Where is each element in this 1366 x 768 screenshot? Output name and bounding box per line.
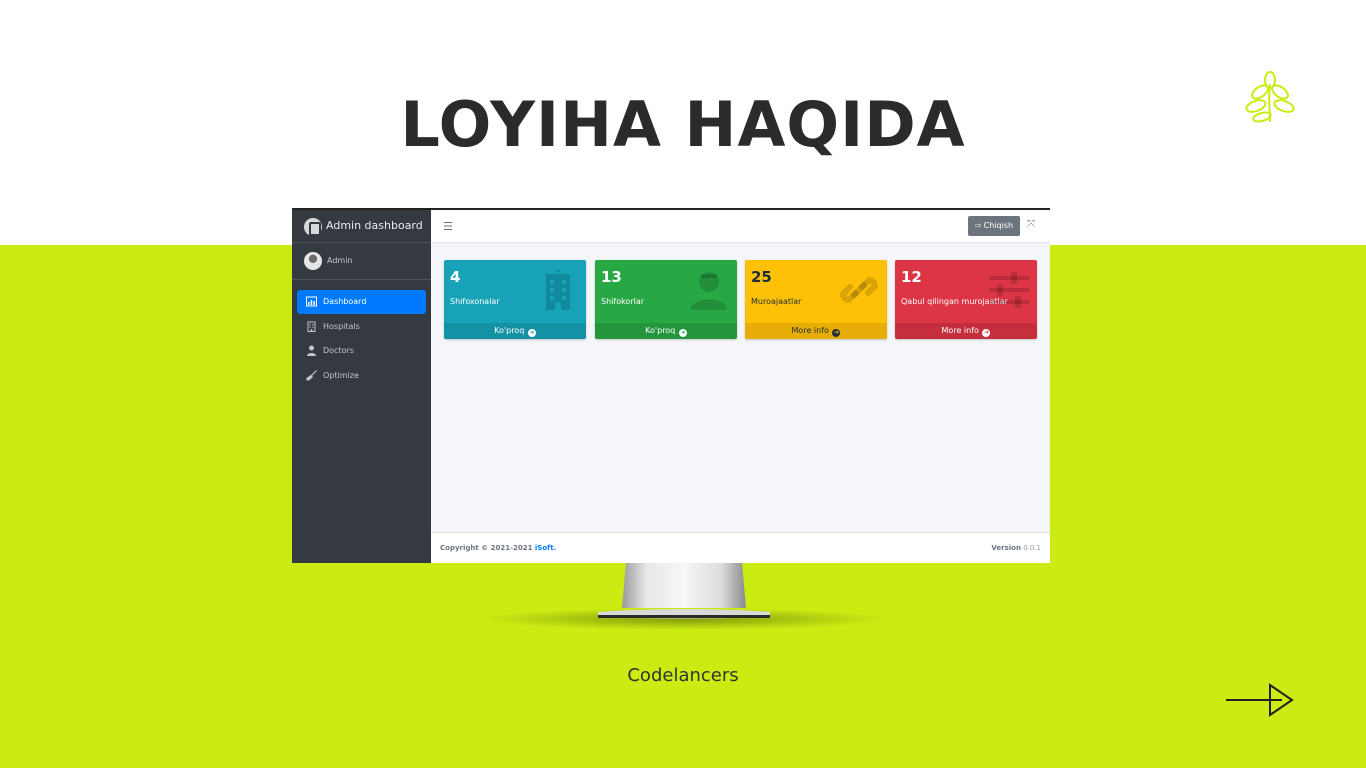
sign-out-icon: ⇨	[974, 221, 982, 230]
card-footer-label: Ko'proq	[645, 326, 676, 335]
company-link[interactable]: iSoft.	[535, 544, 556, 552]
arrow-circle-right-icon: ➜	[678, 329, 687, 337]
fullscreen-icon[interactable]: ⤧	[1027, 219, 1035, 230]
top-navbar: ☰ ⇨ Chiqish ⤧	[431, 210, 1050, 243]
stat-card-requests: 25 Muroajaatlar More info ➜	[745, 260, 887, 339]
brand-logo-icon	[304, 218, 322, 236]
dashboard-screen: Admin dashboard Admin Dashboard Hospital…	[292, 208, 1050, 563]
doctor-icon	[306, 345, 317, 356]
arrow-circle-right-icon: ➜	[982, 329, 991, 337]
arrow-circle-right-icon: ➜	[527, 329, 536, 337]
link-icon	[839, 276, 879, 304]
sidebar: Admin dashboard Admin Dashboard Hospital…	[292, 210, 431, 563]
card-value: 25	[751, 268, 772, 286]
version-text: Version 0.0.1	[991, 544, 1041, 552]
brand-title: Admin dashboard	[326, 219, 423, 232]
sidebar-item-label: Hospitals	[323, 322, 360, 331]
card-label: Shifokorlar	[601, 297, 645, 306]
card-more-link[interactable]: More info ➜	[895, 323, 1037, 339]
copyright-label: Copyright © 2021-2021	[440, 544, 533, 552]
card-value: 13	[601, 268, 622, 286]
doctor-icon	[691, 272, 727, 310]
card-value: 12	[901, 268, 922, 286]
card-footer-label: Ko'proq	[494, 326, 525, 335]
stat-card-doctors: 13 Shifokorlar Ko'proq ➜	[595, 260, 737, 339]
sidebar-item-hospitals[interactable]: Hospitals	[297, 315, 426, 339]
leaf-logo-icon	[1245, 71, 1295, 123]
logout-button[interactable]: ⇨ Chiqish	[968, 216, 1020, 236]
next-arrow-icon[interactable]	[1222, 680, 1298, 720]
sidebar-item-dashboard[interactable]: Dashboard	[297, 290, 426, 314]
broom-icon	[306, 370, 317, 381]
menu-toggle-icon[interactable]: ☰	[443, 220, 453, 233]
card-label: Shifoxonalar	[450, 297, 500, 306]
user-name: Admin	[327, 256, 353, 265]
card-label: Muroajaatlar	[751, 297, 802, 306]
card-more-link[interactable]: Ko'proq ➜	[444, 323, 586, 339]
sidebar-item-label: Dashboard	[323, 297, 367, 306]
sidebar-item-label: Doctors	[323, 346, 354, 355]
sliders-icon	[989, 272, 1029, 308]
user-panel[interactable]: Admin	[292, 243, 431, 280]
logout-label: Chiqish	[983, 221, 1014, 230]
copyright-text: Copyright © 2021-2021 iSoft.	[440, 544, 556, 552]
footer-brand: Codelancers	[627, 665, 739, 686]
brand-link[interactable]: Admin dashboard	[292, 210, 431, 243]
avatar	[304, 252, 322, 270]
card-more-link[interactable]: More info ➜	[745, 323, 887, 339]
version-number: 0.0.1	[1023, 544, 1041, 552]
monitor-stand	[598, 562, 770, 619]
slide-title: LOYIHA HAQIDA	[400, 88, 966, 161]
arrow-circle-right-icon: ➜	[832, 329, 841, 337]
sidebar-item-optimize[interactable]: Optimize	[297, 364, 426, 388]
card-more-link[interactable]: Ko'proq ➜	[595, 323, 737, 339]
card-value: 4	[450, 268, 461, 286]
stat-card-hospitals: 4 Shifoxonalar Ko'proq ➜	[444, 260, 586, 339]
sidebar-item-doctors[interactable]: Doctors	[297, 339, 426, 363]
dashboard-icon	[306, 296, 317, 307]
screen-footer: Copyright © 2021-2021 iSoft. Version 0.0…	[431, 532, 1050, 563]
hospital-icon	[306, 321, 317, 332]
version-label: Version	[991, 544, 1021, 552]
card-footer-label: More info	[941, 326, 979, 335]
sidebar-item-label: Optimize	[323, 371, 359, 380]
hospital-icon	[546, 270, 570, 310]
stat-card-accepted: 12 Qabul qilingan murojaatlar More info …	[895, 260, 1037, 339]
card-footer-label: More info	[791, 326, 829, 335]
